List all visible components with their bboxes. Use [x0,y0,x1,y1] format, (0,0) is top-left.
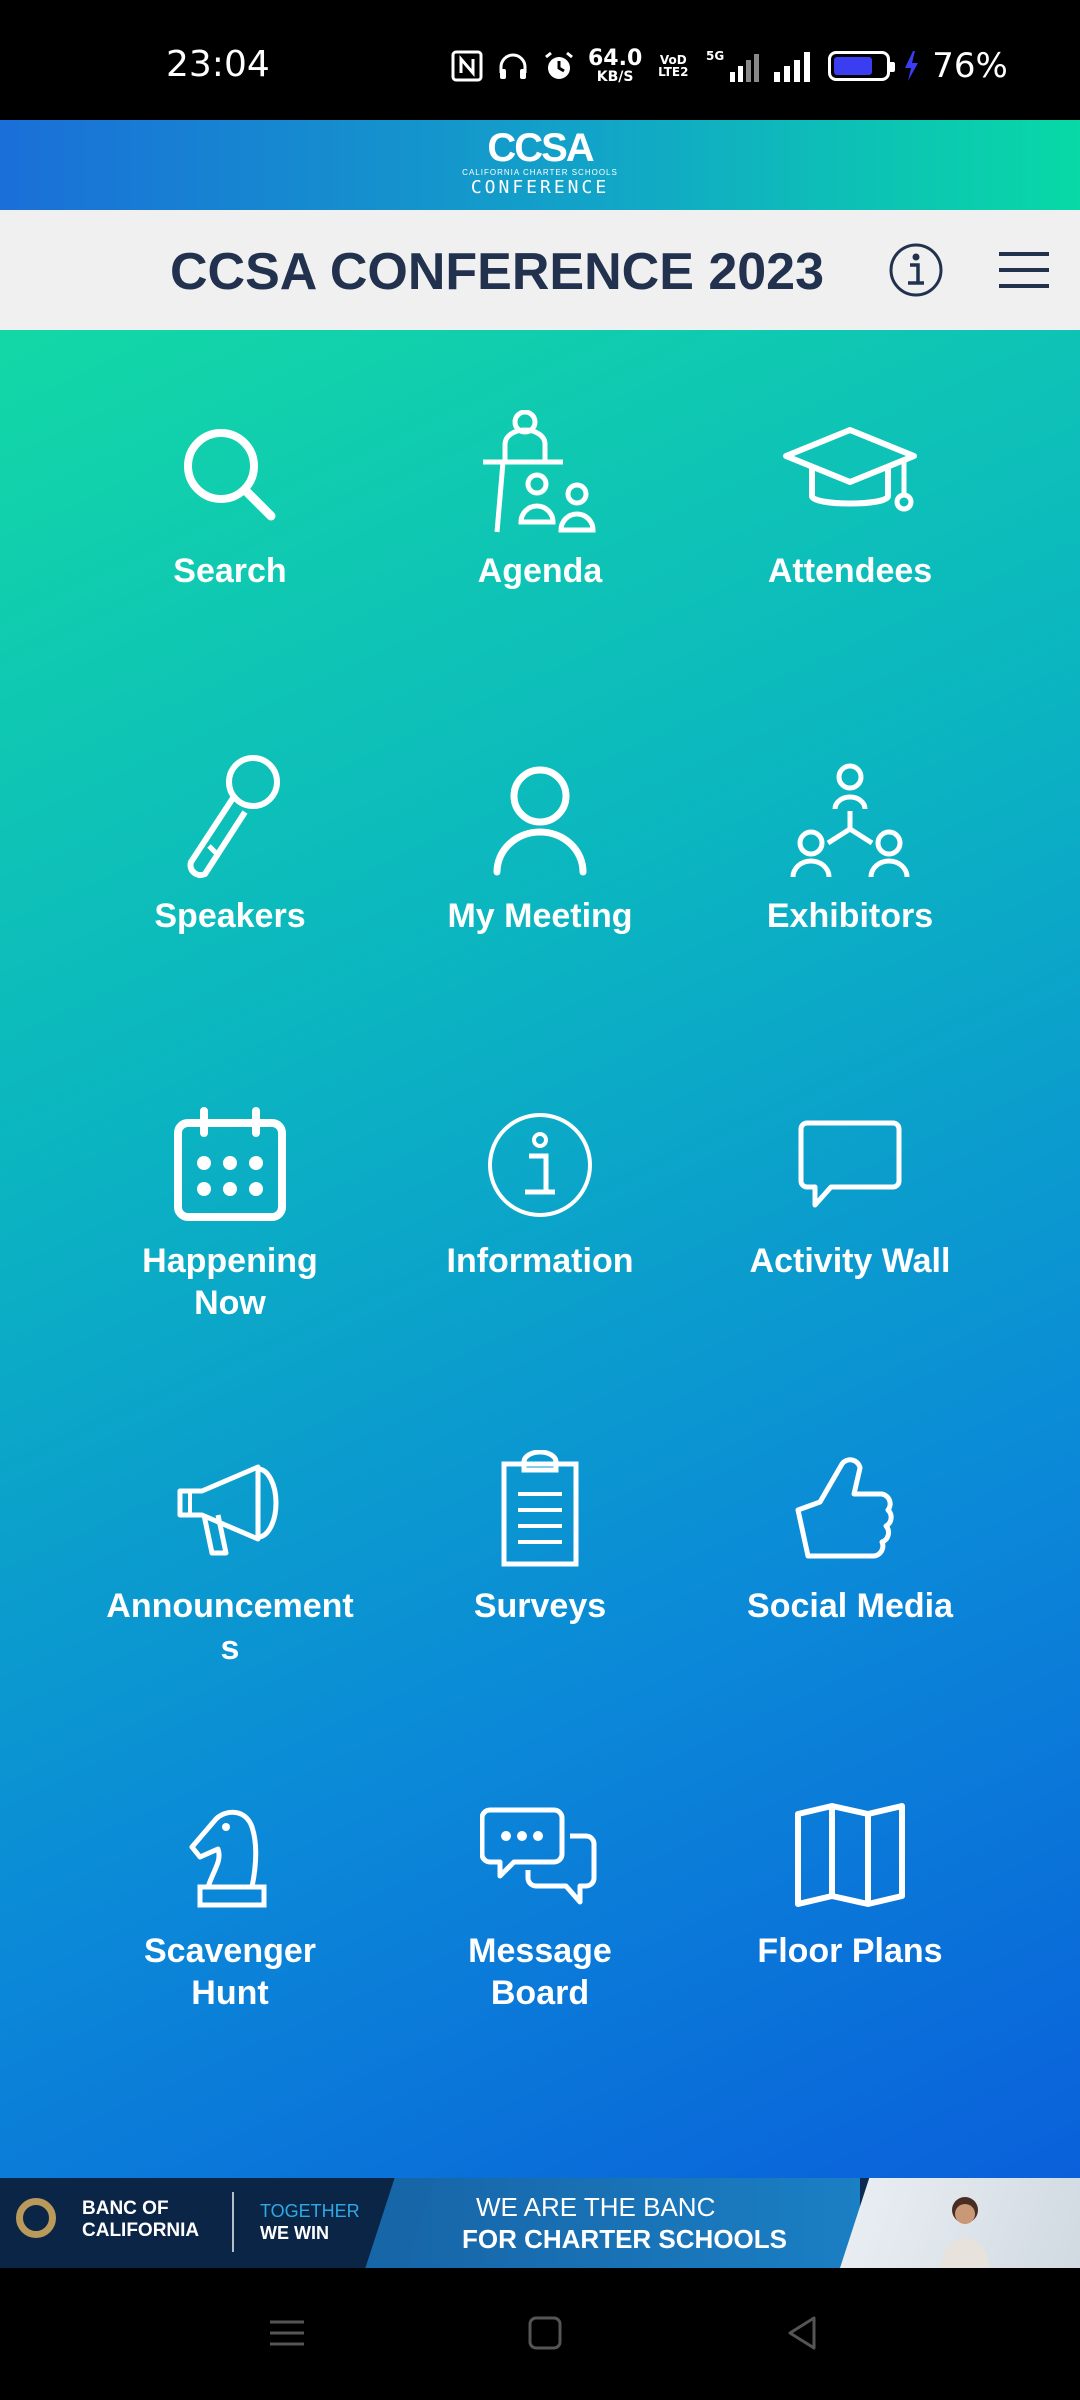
status-bar: 23:04 64.0 KB/S VoD LTE2 5G 76% [0,0,1080,120]
tile-agenda[interactable]: Agenda [390,400,690,660]
tile-label: Floor Plans [757,1932,943,1970]
tile-label: Social Media [747,1587,953,1625]
brand-banner: CCSA CALIFORNIA CHARTER SCHOOLS CONFEREN… [0,120,1080,210]
tile-label: My Meeting [447,897,633,935]
calendar-icon [174,1107,286,1221]
banc-logo-icon [16,2198,56,2238]
nfc-icon [451,50,483,82]
chat-bubble-icon [798,1120,902,1208]
alarm-icon [545,51,573,79]
ad-headline-2: FOR CHARTER SCHOOLS [462,2224,787,2254]
ad-bank-name: BANC OF CALIFORNIA [82,2198,200,2241]
ad-headline-1: WE ARE THE BANC [476,2192,716,2222]
net-speed: 64.0 KB/S [588,46,643,85]
tile-social-media[interactable]: Social Media [700,1435,1000,1695]
tile-label: Announcements [106,1587,354,1667]
tile-attendees[interactable]: Attendees [700,400,1000,660]
battery-percent: 76% [932,46,1008,86]
info-icon[interactable] [886,240,946,300]
signal-icon [774,52,811,82]
back-icon[interactable] [778,2308,828,2358]
tile-activity-wall[interactable]: Activity Wall [700,1090,1000,1350]
chat-bubbles-icon [480,1807,597,1905]
page-title: CCSA CONFERENCE 2023 [170,243,825,301]
presenter-icon [483,410,596,533]
app-header: CCSA CONFERENCE 2023 [0,210,1080,330]
headphones-icon [499,53,527,79]
tile-label: Surveys [473,1587,607,1625]
ad-tagline: TOGETHER WE WIN [260,2201,360,2243]
tile-speakers[interactable]: Speakers [80,745,380,1005]
system-nav-bar [0,2268,1080,2400]
tile-exhibitors[interactable]: Exhibitors [700,745,1000,1005]
tile-label: Happening Now [142,1242,318,1322]
battery-icon [828,51,896,81]
person-photo-icon [941,2197,989,2268]
tile-label: Message Board [468,1932,612,2012]
ccsa-logo: CCSA CALIFORNIA CHARTER SCHOOLS CONFEREN… [462,126,618,198]
map-icon [795,1803,905,1907]
home-icon[interactable] [520,2308,570,2358]
tile-label: Search [173,552,287,590]
tile-label: Activity Wall [749,1242,951,1280]
tile-label: Exhibitors [766,897,934,935]
person-icon [493,766,587,876]
ad-banner[interactable]: BANC OF CALIFORNIA TOGETHER WE WIN WE AR… [0,2178,1080,2268]
clipboard-icon [501,1450,579,1567]
ad-divider [232,2192,234,2252]
network-people-icon [790,763,910,878]
ad-brand-panel: BANC OF CALIFORNIA TOGETHER WE WIN [0,2178,400,2268]
signal-5g-icon: 5G [706,49,760,82]
status-icons: 64.0 KB/S VoD LTE2 5G 76% [450,40,1008,92]
charging-icon [905,51,919,81]
tile-label: Scavenger Hunt [144,1932,316,2012]
chess-knight-icon [189,1809,267,1908]
microphone-icon [187,755,280,879]
info-icon [488,1113,592,1217]
tile-label: Speakers [154,897,306,935]
tile-information[interactable]: Information [390,1090,690,1350]
tile-happening-now[interactable]: Happening Now [80,1090,380,1350]
search-icon [184,429,276,521]
tile-label: Agenda [477,552,603,590]
tile-label: Attendees [767,552,933,590]
megaphone-icon [177,1464,279,1556]
tile-announcements[interactable]: Announcements [80,1435,380,1695]
tile-floor-plans[interactable]: Floor Plans [700,1780,1000,2040]
tile-scavenger-hunt[interactable]: Scavenger Hunt [80,1780,380,2040]
tile-search[interactable]: Search [80,400,380,660]
hamburger-menu-icon[interactable] [994,240,1054,300]
tile-label: Information [446,1242,634,1280]
recents-menu-icon[interactable] [262,2308,312,2358]
tile-my-meeting[interactable]: My Meeting [390,745,690,1005]
tile-surveys[interactable]: Surveys [390,1435,690,1695]
graduation-cap-icon [783,427,917,512]
tile-message-board[interactable]: Message Board [390,1780,690,2040]
volte-indicator: VoD LTE2 [658,53,689,79]
feature-grid: Search Agenda Attendees Speakers My Meet… [0,330,1080,2178]
status-time: 23:04 [166,44,270,85]
thumbs-up-icon [795,1457,894,1559]
svg-text:5G: 5G [706,49,724,63]
